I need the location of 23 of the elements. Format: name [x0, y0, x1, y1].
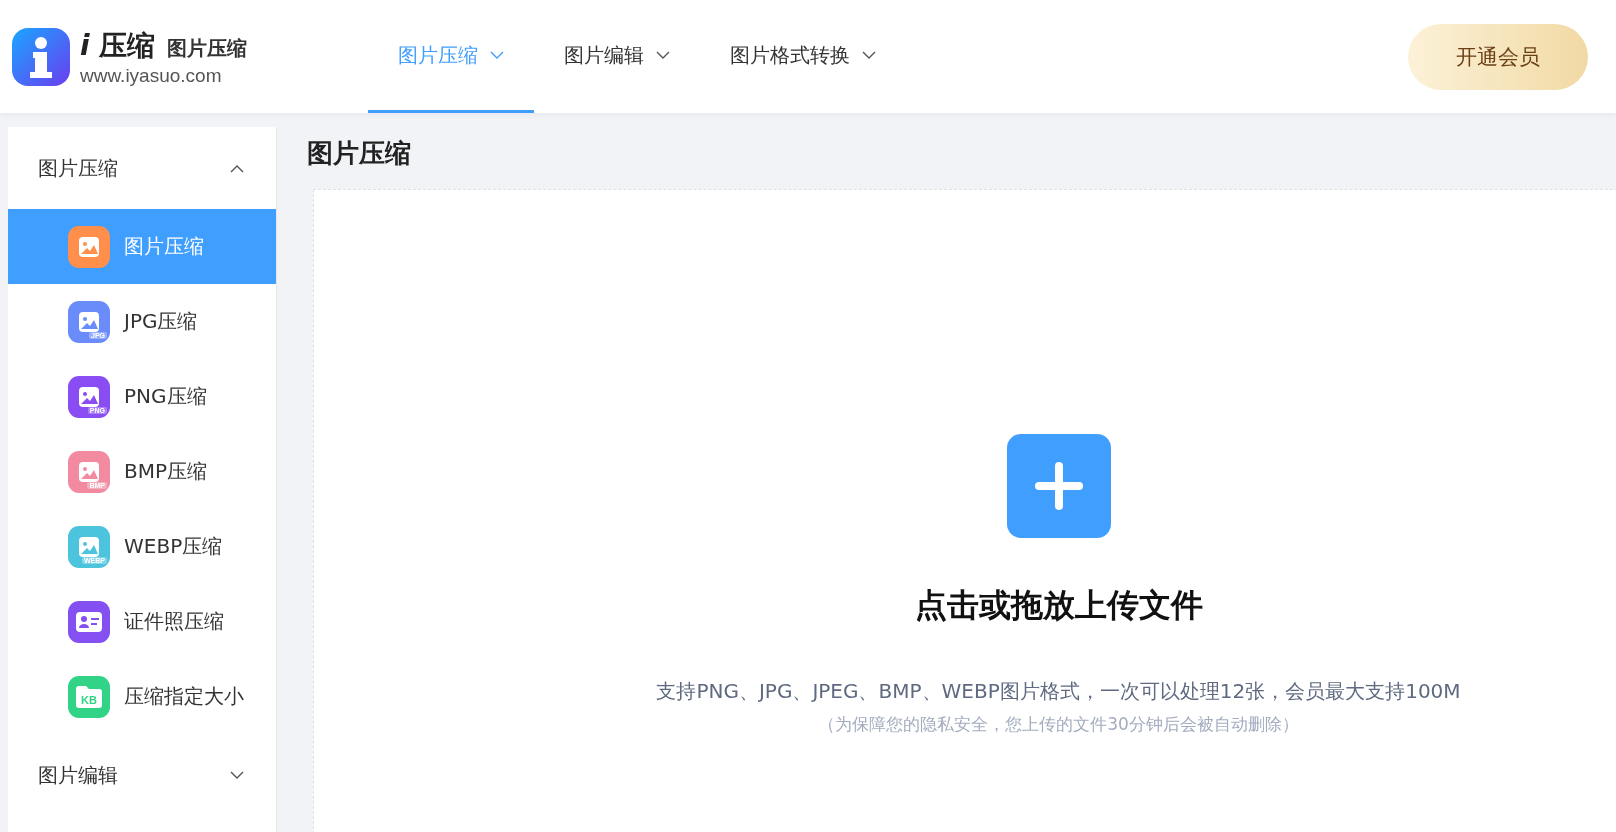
chevron-icon	[230, 163, 244, 173]
sidebar-item[interactable]: 证件照压缩	[8, 584, 276, 659]
folder-icon: KB	[68, 675, 110, 718]
sidebar-group[interactable]: 图片压缩	[8, 127, 276, 209]
chevron-icon	[490, 50, 504, 60]
chevron-icon	[230, 770, 244, 780]
logo-url: www.iyasuo.com	[80, 64, 223, 87]
sidebar-item[interactable]: KB 压缩指定大小	[8, 659, 276, 734]
format-info: 支持PNG、JPG、JPEG、BMP、WEBP图片格式，一次可以处理12张，会员最大支持100M	[656, 678, 1461, 705]
page-title: 图片压缩	[307, 137, 412, 170]
upload-area[interactable]: 点击或拖放上传文件 支持PNG、JPG、JPEG、BMP、WEBP图片格式，一次可以处理12张，会员最大支持100M （为保障您的隐私安全，您上传的文件30分钟后会被自动删除）	[313, 189, 1616, 832]
chevron-icon	[862, 50, 876, 60]
nav-tab[interactable]: 图片编辑	[534, 0, 700, 113]
upload-prompt: 点击或拖放上传文件	[914, 585, 1203, 626]
chevron-icon	[656, 50, 670, 60]
logo-name: i 压缩	[80, 27, 156, 64]
member-button[interactable]: 开通会员	[1408, 23, 1588, 90]
nav-tab[interactable]: 图片格式转换	[700, 0, 906, 113]
logo-icon	[12, 27, 70, 86]
sidebar-group[interactable]: 图片编辑	[8, 734, 276, 816]
logo-tagline: 图片压缩	[167, 34, 248, 62]
plus-icon[interactable]	[1006, 434, 1111, 538]
privacy-note: （为保障您的隐私安全，您上传的文件30分钟后会被自动删除）	[818, 713, 1299, 736]
